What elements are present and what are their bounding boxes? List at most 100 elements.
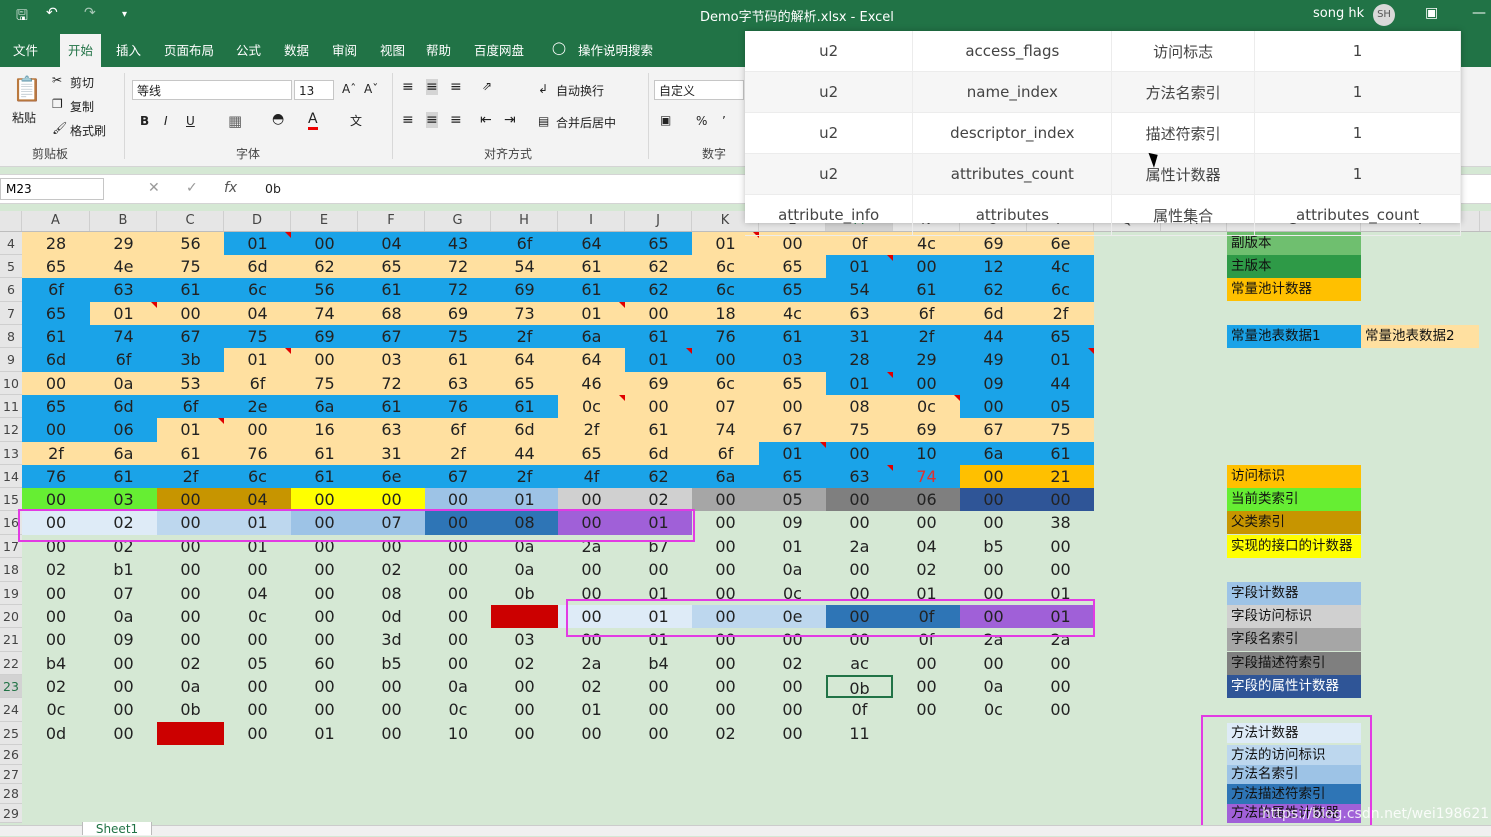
- row-header[interactable]: 26: [0, 745, 22, 765]
- merge-center-icon[interactable]: ▤: [538, 114, 549, 128]
- grid-cell[interactable]: 04: [224, 488, 291, 511]
- row-header[interactable]: 27: [0, 765, 22, 784]
- shrink-font-icon[interactable]: Aˇ: [364, 82, 378, 96]
- grid-cell[interactable]: 01: [1027, 348, 1094, 372]
- grid-cell[interactable]: 63: [90, 278, 157, 302]
- grid-cell[interactable]: 00: [157, 488, 224, 511]
- underline-button[interactable]: U: [186, 114, 195, 128]
- grid-cell[interactable]: 4f: [558, 465, 625, 488]
- customize-qat-icon[interactable]: ▾: [122, 9, 127, 20]
- format-painter-button[interactable]: 格式刷: [70, 122, 106, 139]
- grid-cell[interactable]: 6d: [22, 348, 90, 372]
- grid-cell[interactable]: 72: [425, 255, 491, 278]
- select-all-corner[interactable]: [0, 211, 22, 231]
- grid-cell[interactable]: 00: [826, 511, 893, 535]
- italic-button[interactable]: I: [164, 114, 168, 128]
- grid-cell[interactable]: 61: [1027, 442, 1094, 465]
- grid-cell[interactable]: 00: [291, 605, 358, 628]
- grid-cell[interactable]: 62: [625, 278, 692, 302]
- grid-cell[interactable]: 65: [1027, 325, 1094, 348]
- grid-cell[interactable]: 00: [291, 488, 358, 511]
- grid-cell[interactable]: 68: [358, 302, 425, 325]
- grid-cell[interactable]: 04: [358, 232, 425, 255]
- grid-cell[interactable]: 69: [625, 372, 692, 395]
- grid-cell[interactable]: 00: [90, 652, 157, 675]
- grid-cell[interactable]: 61: [90, 465, 157, 488]
- grid-cell[interactable]: 6c: [224, 278, 291, 302]
- grid-cell[interactable]: 2f: [1027, 302, 1094, 325]
- grid-cell[interactable]: 00: [425, 558, 491, 582]
- grid-cell[interactable]: 6a: [90, 442, 157, 465]
- grid-cell[interactable]: 0d: [22, 722, 90, 745]
- column-header[interactable]: J: [625, 211, 692, 231]
- grid-cell[interactable]: 0c: [22, 698, 90, 722]
- grid-cell[interactable]: 01: [157, 418, 224, 442]
- comment-indicator[interactable]: [887, 372, 893, 378]
- grid-cell[interactable]: 03: [90, 488, 157, 511]
- wrap-text-button[interactable]: 自动换行: [556, 82, 604, 99]
- tab-review[interactable]: 审阅: [332, 40, 357, 59]
- grid-cell[interactable]: 00: [358, 698, 425, 722]
- grid-cell[interactable]: 00: [759, 395, 826, 418]
- grid-cell[interactable]: 61: [558, 278, 625, 302]
- grid-cell[interactable]: 44: [1027, 372, 1094, 395]
- grid-cell[interactable]: 00: [358, 675, 425, 698]
- grid-cell[interactable]: 62: [960, 278, 1027, 302]
- grid-cell[interactable]: 74: [893, 465, 960, 488]
- grid-cell[interactable]: 00: [893, 698, 960, 722]
- grid-cell[interactable]: b1: [90, 558, 157, 582]
- grid-cell[interactable]: 2f: [157, 465, 224, 488]
- grid-cell[interactable]: 00: [425, 582, 491, 605]
- grid-cell[interactable]: 0b: [826, 675, 893, 698]
- grid-cell[interactable]: 4e: [90, 255, 157, 278]
- grid-cell[interactable]: 61: [558, 255, 625, 278]
- grid-cell[interactable]: 61: [291, 465, 358, 488]
- grid-cell[interactable]: 00: [291, 628, 358, 652]
- grid-cell[interactable]: [960, 722, 1027, 745]
- grid-cell[interactable]: 2f: [22, 442, 90, 465]
- grid-cell[interactable]: 74: [90, 325, 157, 348]
- grid-cell[interactable]: 00: [157, 558, 224, 582]
- percent-button[interactable]: %: [696, 114, 707, 128]
- align-bottom-icon[interactable]: ≡: [450, 79, 462, 95]
- grid-cell[interactable]: 07: [692, 395, 759, 418]
- comment-indicator[interactable]: [887, 465, 893, 471]
- grid-cell[interactable]: 09: [90, 628, 157, 652]
- avatar[interactable]: SH: [1373, 4, 1395, 26]
- grid-cell[interactable]: 75: [157, 255, 224, 278]
- grid-cell[interactable]: 00: [1027, 488, 1094, 511]
- grid-cell[interactable]: 0c: [893, 395, 960, 418]
- grid-cell[interactable]: 00: [826, 488, 893, 511]
- grid-cell[interactable]: 00: [291, 582, 358, 605]
- grid-cell[interactable]: 67: [960, 418, 1027, 442]
- column-header[interactable]: H: [491, 211, 558, 231]
- grid-cell[interactable]: 05: [224, 652, 291, 675]
- grid-cell[interactable]: 65: [759, 255, 826, 278]
- grid-cell[interactable]: 00: [960, 652, 1027, 675]
- comment-indicator[interactable]: [887, 255, 893, 261]
- grid-cell[interactable]: 00: [425, 652, 491, 675]
- grid-cell[interactable]: 67: [425, 465, 491, 488]
- comment-indicator[interactable]: [686, 348, 692, 354]
- font-size-select[interactable]: 13: [294, 80, 334, 100]
- grid-cell[interactable]: 00: [625, 698, 692, 722]
- sheet-tab-sheet1[interactable]: Sheet1: [82, 822, 152, 836]
- number-format-select[interactable]: 自定义: [654, 80, 744, 100]
- grid-cell[interactable]: 00: [625, 395, 692, 418]
- grid-cell[interactable]: 00: [224, 558, 291, 582]
- cancel-icon[interactable]: ✕: [148, 180, 160, 196]
- grid-cell[interactable]: 38: [1027, 511, 1094, 535]
- grid-cell[interactable]: 00: [692, 652, 759, 675]
- tab-baidu[interactable]: 百度网盘: [474, 40, 524, 59]
- comment-indicator[interactable]: [285, 232, 291, 238]
- grid-cell[interactable]: 00: [692, 511, 759, 535]
- copy-button[interactable]: 复制: [70, 98, 94, 115]
- row-header[interactable]: 23: [0, 675, 22, 698]
- comment-indicator[interactable]: [218, 418, 224, 424]
- grid-cell[interactable]: 00: [22, 582, 90, 605]
- grid-cell[interactable]: 56: [291, 278, 358, 302]
- grid-cell[interactable]: 00: [692, 698, 759, 722]
- insert-function-button[interactable]: fx: [224, 180, 237, 196]
- fill-color-icon[interactable]: ◓: [272, 111, 284, 127]
- grid-cell[interactable]: 04: [893, 535, 960, 558]
